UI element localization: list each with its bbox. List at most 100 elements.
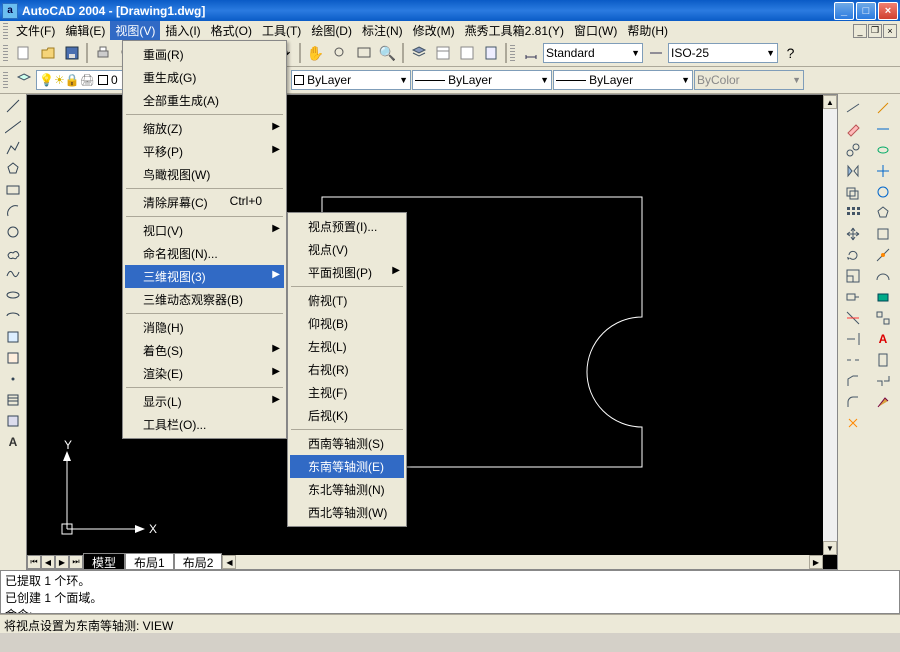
grip-icon[interactable] <box>510 45 515 61</box>
tool13-icon[interactable] <box>871 350 895 369</box>
dim-style-combo[interactable]: ISO-25▼ <box>668 43 778 63</box>
horizontal-scrollbar[interactable]: ⏮ ◀ ▶ ⏭ 模型 布局1 布局2 ◀▶ <box>27 555 823 569</box>
menuitem[interactable]: 东南等轴测(E) <box>290 455 404 478</box>
grip-icon[interactable] <box>3 45 8 61</box>
array-icon[interactable] <box>841 203 865 222</box>
tab-model[interactable]: 模型 <box>83 553 125 570</box>
erase-icon[interactable] <box>841 119 865 138</box>
zoom-rt-icon[interactable] <box>328 42 351 65</box>
tool2-icon[interactable] <box>871 119 895 138</box>
menuitem[interactable]: 重生成(G) <box>125 66 284 89</box>
block-icon[interactable] <box>2 348 24 367</box>
menuitem[interactable]: 三维视图(3)▶ <box>125 265 284 288</box>
ellipse-icon[interactable] <box>2 285 24 304</box>
properties-icon[interactable] <box>431 42 454 65</box>
tab-first[interactable]: ⏮ <box>27 555 41 569</box>
menuitem[interactable]: 视口(V)▶ <box>125 219 284 242</box>
mdi-close-button[interactable]: × <box>883 24 897 38</box>
rect-icon[interactable] <box>2 180 24 199</box>
lineweight-combo[interactable]: ByLayer▼ <box>553 70 693 90</box>
tab-last[interactable]: ⏭ <box>69 555 83 569</box>
ellipse-arc-icon[interactable] <box>2 306 24 325</box>
menuitem[interactable]: 俯视(T) <box>290 289 404 312</box>
menuitem[interactable]: 东北等轴测(N) <box>290 478 404 501</box>
tool5-icon[interactable] <box>871 182 895 201</box>
menu-window[interactable]: 窗口(W) <box>569 21 622 40</box>
stretch-icon[interactable] <box>841 287 865 306</box>
minimize-button[interactable]: _ <box>834 2 854 20</box>
menuitem[interactable]: 视点预置(I)... <box>290 215 404 238</box>
layers-icon[interactable] <box>407 42 430 65</box>
menuitem[interactable]: 平移(P)▶ <box>125 140 284 163</box>
mirror-icon[interactable] <box>841 161 865 180</box>
break-icon[interactable] <box>841 350 865 369</box>
dim-icon[interactable] <box>644 42 667 65</box>
menuitem[interactable]: 工具栏(O)... <box>125 413 284 436</box>
menuitem[interactable]: 命名视图(N)... <box>125 242 284 265</box>
move-icon[interactable] <box>841 224 865 243</box>
offset-icon[interactable] <box>841 182 865 201</box>
grip-icon[interactable] <box>3 72 8 88</box>
fillet-icon[interactable] <box>841 392 865 411</box>
chamfer-icon[interactable] <box>841 371 865 390</box>
menu-view[interactable]: 视图(V) <box>110 21 160 40</box>
menu-file[interactable]: 文件(F) <box>11 21 60 40</box>
tool12-icon[interactable]: A <box>871 329 895 348</box>
menuitem[interactable]: 着色(S)▶ <box>125 339 284 362</box>
menu-yx[interactable]: 燕秀工具箱2.81(Y) <box>460 21 569 40</box>
circle-icon[interactable] <box>2 222 24 241</box>
save-icon[interactable] <box>60 42 83 65</box>
tool9-icon[interactable] <box>871 266 895 285</box>
menuitem[interactable]: 西南等轴测(S) <box>290 432 404 455</box>
menuitem[interactable]: 消隐(H) <box>125 316 284 339</box>
menuitem[interactable]: 缩放(Z)▶ <box>125 117 284 140</box>
menuitem[interactable]: 视点(V) <box>290 238 404 261</box>
menuitem[interactable]: 仰视(B) <box>290 312 404 335</box>
polygon-icon[interactable] <box>2 159 24 178</box>
tool14-icon[interactable] <box>871 371 895 390</box>
menuitem[interactable]: 清除屏幕(C)Ctrl+0 <box>125 191 284 214</box>
mdi-minimize-button[interactable]: _ <box>853 24 867 38</box>
menu-draw[interactable]: 绘图(D) <box>306 21 357 40</box>
mdi-restore-button[interactable]: ❐ <box>868 24 882 38</box>
region-icon[interactable] <box>2 411 24 430</box>
arc-icon[interactable] <box>2 201 24 220</box>
linetype-combo[interactable]: ByLayer▼ <box>412 70 552 90</box>
tab-layout1[interactable]: 布局1 <box>125 553 174 570</box>
tab-prev[interactable]: ◀ <box>41 555 55 569</box>
trim-icon[interactable] <box>841 308 865 327</box>
menuitem[interactable]: 三维动态观察器(B) <box>125 288 284 311</box>
explode-icon[interactable] <box>841 413 865 432</box>
help-icon[interactable]: ? <box>779 42 802 65</box>
dcenter-icon[interactable] <box>455 42 478 65</box>
dim-style-icon[interactable] <box>519 42 542 65</box>
vertical-scrollbar[interactable]: ▲▼ <box>823 95 837 555</box>
new-icon[interactable] <box>12 42 35 65</box>
tool-pal-icon[interactable] <box>479 42 502 65</box>
menu-help[interactable]: 帮助(H) <box>622 21 673 40</box>
mtext-icon[interactable]: A <box>2 432 24 451</box>
copy2-icon[interactable] <box>841 140 865 159</box>
print-icon[interactable] <box>91 42 114 65</box>
plotstyle-combo[interactable]: ByColor▼ <box>694 70 804 90</box>
tool8-icon[interactable] <box>871 245 895 264</box>
menu-dim[interactable]: 标注(N) <box>357 21 408 40</box>
menu-insert[interactable]: 插入(I) <box>160 21 205 40</box>
zoom-win-icon[interactable] <box>352 42 375 65</box>
tool15-icon[interactable] <box>871 392 895 411</box>
menuitem[interactable]: 左视(L) <box>290 335 404 358</box>
menuitem[interactable]: 右视(R) <box>290 358 404 381</box>
menu-format[interactable]: 格式(O) <box>206 21 257 40</box>
menu-modify[interactable]: 修改(M) <box>408 21 460 40</box>
scale-icon[interactable] <box>841 266 865 285</box>
layer-prop-icon[interactable] <box>12 69 35 92</box>
dist-icon[interactable] <box>841 98 865 117</box>
hatch-icon[interactable] <box>2 390 24 409</box>
menuitem[interactable]: 西北等轴测(W) <box>290 501 404 524</box>
xline-icon[interactable] <box>2 117 24 136</box>
menuitem[interactable]: 鸟瞰视图(W) <box>125 163 284 186</box>
tab-next[interactable]: ▶ <box>55 555 69 569</box>
point-icon[interactable] <box>2 369 24 388</box>
open-icon[interactable] <box>36 42 59 65</box>
menu-edit[interactable]: 编辑(E) <box>60 21 110 40</box>
